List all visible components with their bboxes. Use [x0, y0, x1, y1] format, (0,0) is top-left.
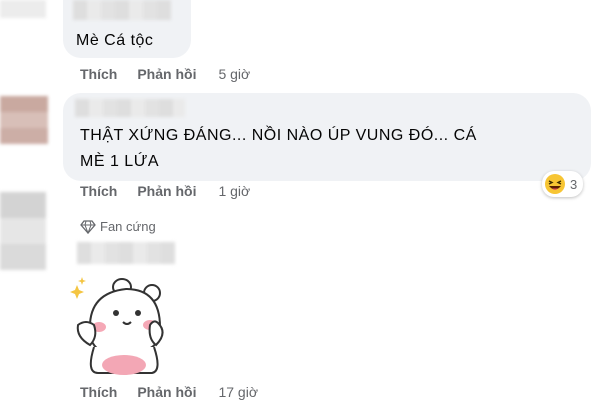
fan-badge-label: Fan cứng: [100, 219, 156, 234]
reaction-summary[interactable]: 3: [542, 171, 584, 197]
comment-actions: Thích Phản hồi 17 giờ: [80, 384, 258, 400]
fan-badge: Fan cứng: [80, 219, 156, 234]
reaction-count: 3: [570, 176, 578, 192]
reply-button[interactable]: Phản hồi: [137, 384, 196, 400]
reply-button[interactable]: Phản hồi: [137, 66, 196, 82]
author-name-blurred[interactable]: [73, 0, 171, 20]
author-name-blurred[interactable]: [75, 99, 185, 117]
laughing-emoji-icon: [544, 173, 566, 195]
diamond-icon: [80, 219, 96, 234]
timestamp[interactable]: 1 giờ: [218, 183, 250, 199]
comment-bubble: Mè Cá tộc: [63, 0, 191, 58]
comment-actions: Thích Phản hồi 1 giờ: [80, 183, 250, 199]
author-name-blurred[interactable]: [77, 242, 175, 264]
like-button[interactable]: Thích: [80, 183, 117, 199]
comment-bubble: THẬT XỨNG ĐÁNG... NỒI NÀO ÚP VUNG ĐÓ... …: [63, 93, 591, 181]
timestamp[interactable]: 5 giờ: [218, 66, 250, 82]
like-button[interactable]: Thích: [80, 66, 117, 82]
comment-text-line-2: MÈ 1 LỨA: [80, 153, 160, 170]
like-button[interactable]: Thích: [80, 384, 117, 400]
avatar[interactable]: [0, 192, 46, 270]
comment-text: Mè Cá tộc: [76, 32, 154, 49]
avatar[interactable]: [0, 0, 46, 18]
avatar[interactable]: [0, 96, 48, 144]
reply-button[interactable]: Phản hồi: [137, 183, 196, 199]
bear-sticker[interactable]: [68, 275, 168, 375]
comment-actions: Thích Phản hồi 5 giờ: [80, 66, 250, 82]
timestamp[interactable]: 17 giờ: [218, 384, 258, 400]
